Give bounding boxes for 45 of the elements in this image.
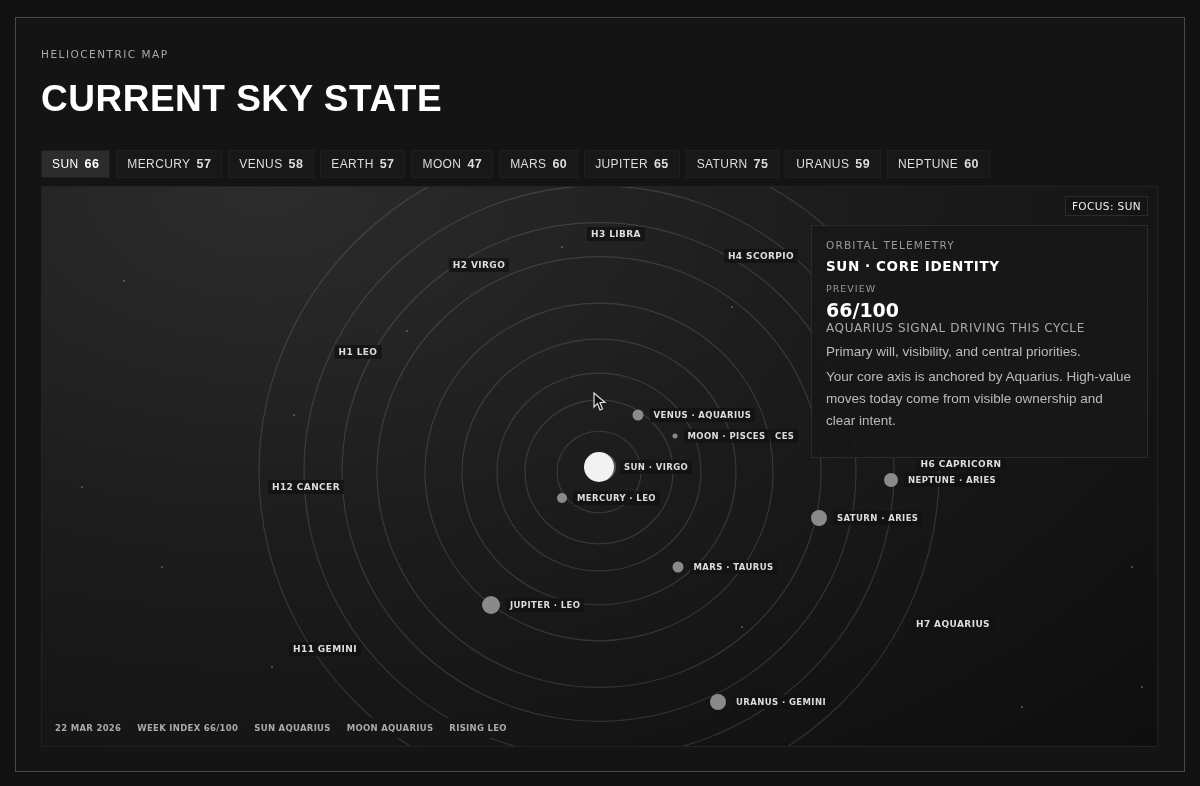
planet-tab[interactable]: JUPITER 65: [584, 150, 680, 178]
planet-icon[interactable]: [672, 561, 684, 573]
house-label: H12 CANCER: [268, 480, 344, 494]
planet-label: MOON · PISCES: [683, 429, 770, 443]
focus-badge: FOCUS: SUN: [1064, 196, 1148, 216]
planet-label: JUPITER · LEO: [506, 598, 585, 612]
summary-text: Primary will, visibility, and central priorities.: [826, 344, 1081, 359]
planet-label: SATURN · ARIES: [833, 511, 923, 525]
planet-label: MARS · TAURUS: [689, 560, 778, 574]
planet-icon[interactable]: [632, 409, 644, 421]
planet-icon[interactable]: [672, 433, 678, 439]
body-text: Your core axis is anchored by Aquarius. High-value moves today come from visible ownership and clear intent.: [826, 368, 1131, 430]
planet-tab[interactable]: VENUS 58: [228, 150, 315, 178]
planet-icon[interactable]: [557, 493, 567, 503]
planet-tab[interactable]: MERCURY 57: [116, 150, 223, 178]
cursor-icon: [593, 392, 607, 412]
house-label: H11 GEMINI: [289, 642, 361, 656]
planet-label: MERCURY · LEO: [573, 491, 660, 505]
planet-icon[interactable]: [482, 596, 500, 614]
planet-label: SUN · VIRGO: [620, 460, 693, 474]
signal-caption: AQUARIUS SIGNAL DRIVING THIS CYCLE: [826, 321, 1085, 335]
score-value: 66/100: [826, 299, 900, 321]
sun-icon[interactable]: [584, 452, 614, 482]
planet-tab[interactable]: SUN 66: [41, 150, 111, 178]
planet-tab[interactable]: MARS 60: [499, 150, 579, 178]
planet-tab[interactable]: MOON 47: [411, 150, 494, 178]
page-eyebrow: HELIOCENTRIC MAP: [41, 48, 169, 60]
house-label: H3 LIBRA: [587, 227, 645, 241]
planet-label: NEPTUNE · ARIES: [904, 473, 1001, 487]
preview-label: PREVIEW: [826, 283, 877, 294]
planet-icon[interactable]: [811, 510, 827, 526]
planet-icon[interactable]: [710, 694, 726, 710]
planet-icon[interactable]: [884, 473, 898, 487]
planet-tab[interactable]: NEPTUNE 60: [887, 150, 990, 178]
planet-tab[interactable]: URANUS 59: [785, 150, 882, 178]
house-label: H2 VIRGO: [448, 258, 510, 272]
house-label: H4 SCORPIO: [723, 249, 799, 263]
section-label: ORBITAL TELEMETRY: [826, 239, 955, 251]
card-title: SUN · CORE IDENTITY: [826, 258, 1000, 274]
planet-label: VENUS · AQUARIUS: [649, 408, 756, 422]
house-label: H1 LEO: [334, 345, 382, 359]
page-title: CURRENT SKY STATE: [41, 78, 444, 120]
planet-tab[interactable]: EARTH 57: [320, 150, 406, 178]
planet-tab[interactable]: SATURN 75: [685, 150, 780, 178]
planet-label: CES: [771, 429, 799, 443]
